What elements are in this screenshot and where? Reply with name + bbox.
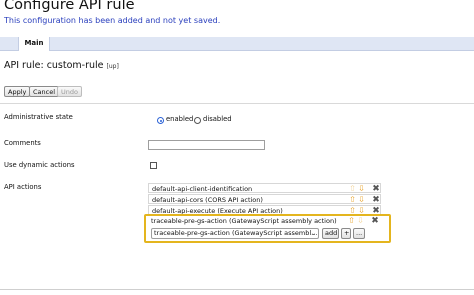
list-item: default-api-client-identification ⇧ ⇩ ✖	[148, 183, 381, 194]
unsaved-notice: This configuration has been added and no…	[4, 16, 221, 25]
x-delete-icon[interactable]: ✖	[371, 216, 379, 226]
chevron-down-icon: ⌄	[310, 230, 316, 237]
x-delete-icon[interactable]: ✖	[372, 195, 380, 205]
rule-heading-prefix: API rule:	[4, 60, 47, 71]
divider	[0, 103, 474, 104]
disabled-radio[interactable]	[194, 117, 201, 124]
arrow-down-icon[interactable]: ⇩	[358, 185, 365, 193]
arrow-up-icon[interactable]: ⇧	[349, 196, 356, 204]
list-item-text: default-api-client-identification	[152, 185, 253, 193]
more-button[interactable]: ...	[353, 228, 365, 239]
page-title: Configure API rule	[4, 0, 135, 13]
enabled-radio[interactable]	[157, 117, 164, 124]
bottom-divider	[0, 289, 474, 290]
arrow-up-icon[interactable]: ⇧	[348, 217, 355, 225]
comments-input[interactable]	[148, 140, 265, 150]
add-button[interactable]: add	[322, 228, 339, 239]
list-item: traceable-pre-gs-action (GatewayScript a…	[148, 216, 381, 226]
dynamic-actions-label: Use dynamic actions	[4, 161, 75, 169]
cancel-button[interactable]: Cancel	[29, 86, 60, 97]
comments-label: Comments	[4, 139, 41, 147]
up-link[interactable]: [up]	[107, 63, 119, 70]
enabled-radio-label: enabled	[166, 115, 194, 123]
list-item-text: default-api-cors (CORS API action)	[152, 196, 263, 204]
arrow-down-icon[interactable]: ⇩	[358, 196, 365, 204]
dynamic-actions-checkbox[interactable]	[150, 162, 157, 169]
rule-name: custom-rule	[46, 60, 104, 71]
arrow-up-icon[interactable]: ⇧	[349, 185, 356, 193]
api-action-select[interactable]: traceable-pre-gs-action (GatewayScript a…	[151, 228, 319, 239]
rule-heading: API rule: custom-rule [up]	[4, 60, 119, 71]
plus-button[interactable]: +	[341, 228, 351, 239]
api-action-select-value: traceable-pre-gs-action (GatewayScript a…	[154, 229, 318, 237]
x-delete-icon[interactable]: ✖	[372, 184, 380, 194]
disabled-radio-label: disabled	[203, 115, 232, 123]
list-item: default-api-cors (CORS API action) ⇧ ⇩ ✖	[148, 194, 381, 205]
arrow-down-icon[interactable]: ⇩	[357, 217, 364, 225]
list-item-text: traceable-pre-gs-action (GatewayScript a…	[151, 217, 337, 225]
apply-button[interactable]: Apply	[4, 86, 31, 97]
tab-bar: Main	[0, 37, 474, 51]
api-actions-label: API actions	[4, 183, 42, 191]
undo-button[interactable]: Undo	[57, 86, 82, 97]
tab-main[interactable]: Main	[18, 37, 50, 51]
admin-state-label: Administrative state	[4, 113, 73, 121]
